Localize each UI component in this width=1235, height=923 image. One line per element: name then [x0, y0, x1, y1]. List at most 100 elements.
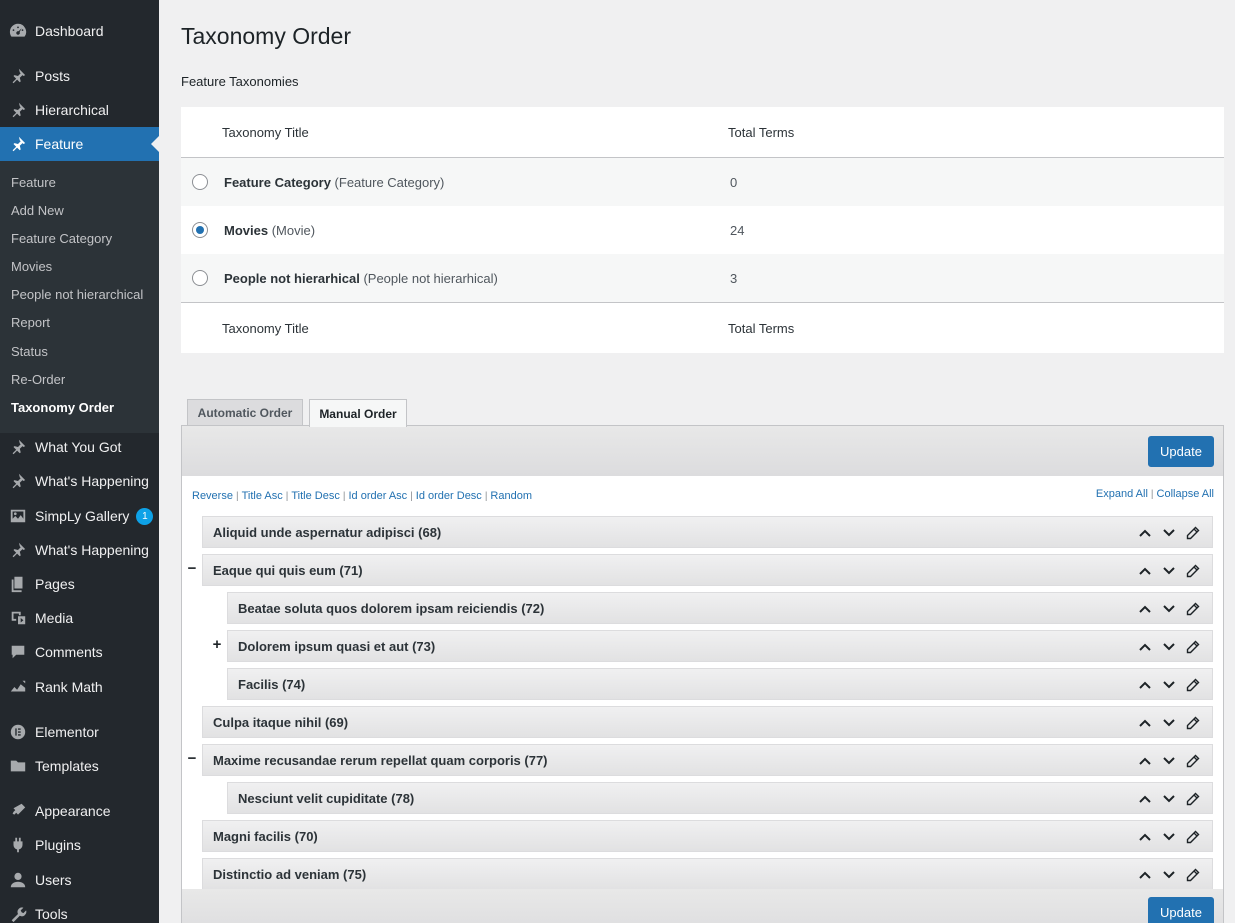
- dashboard-icon: [0, 22, 35, 40]
- chevron-up-icon[interactable]: [1136, 752, 1154, 770]
- submenu-item-status[interactable]: Status: [11, 342, 48, 362]
- collapse-toggle[interactable]: −: [186, 560, 198, 577]
- chevron-up-icon[interactable]: [1136, 828, 1154, 846]
- sidebar-item-appearance[interactable]: Appearance: [0, 794, 159, 828]
- chevron-down-icon[interactable]: [1160, 562, 1178, 580]
- taxonomy-radio[interactable]: [192, 174, 208, 190]
- users-icon: [0, 871, 35, 889]
- submenu-item-people-not-hierarchical[interactable]: People not hierarchical: [11, 285, 143, 305]
- chevron-down-icon[interactable]: [1160, 752, 1178, 770]
- chevron-up-icon[interactable]: [1136, 600, 1154, 618]
- sort-link-title-desc[interactable]: Title Desc: [291, 490, 340, 502]
- pencil-icon[interactable]: [1184, 828, 1202, 846]
- sidebar-item-what-s-happening[interactable]: What's Happening: [0, 533, 159, 567]
- expand-all-link[interactable]: Expand All: [1096, 488, 1148, 500]
- chevron-up-icon[interactable]: [1136, 714, 1154, 732]
- table-row[interactable]: Feature Category (Feature Category) 0: [181, 158, 1224, 206]
- pencil-icon[interactable]: [1184, 600, 1202, 618]
- sidebar-item-hierarchical[interactable]: Hierarchical: [0, 93, 159, 127]
- term-item[interactable]: Distinctio ad veniam (75): [202, 858, 1213, 890]
- sidebar-item-pages[interactable]: Pages: [0, 567, 159, 601]
- update-button[interactable]: Update: [1148, 436, 1214, 467]
- chevron-down-icon[interactable]: [1160, 790, 1178, 808]
- table-row[interactable]: Movies (Movie) 24: [181, 206, 1224, 254]
- sidebar-item-label: What You Got: [35, 439, 122, 455]
- expand-toggle[interactable]: +: [211, 636, 223, 653]
- sort-link-random[interactable]: Random: [490, 490, 532, 502]
- submenu-item-feature-category[interactable]: Feature Category: [11, 229, 112, 249]
- sidebar-item-feature[interactable]: Feature: [0, 127, 159, 161]
- sidebar-item-label: Users: [35, 872, 72, 888]
- term-label: Nesciunt velit cupiditate (78): [238, 790, 415, 806]
- sidebar-item-what-s-happening[interactable]: What's Happening: [0, 464, 159, 498]
- sort-link-title-asc[interactable]: Title Asc: [242, 490, 283, 502]
- sort-link-id-order-desc[interactable]: Id order Desc: [416, 490, 482, 502]
- pencil-icon[interactable]: [1184, 790, 1202, 808]
- chevron-down-icon[interactable]: [1160, 600, 1178, 618]
- tab-manual-order[interactable]: Manual Order: [309, 399, 407, 427]
- sidebar-item-comments[interactable]: Comments: [0, 635, 159, 669]
- sidebar-item-media[interactable]: Media: [0, 601, 159, 635]
- pencil-icon[interactable]: [1184, 714, 1202, 732]
- chevron-up-icon[interactable]: [1136, 790, 1154, 808]
- term-item[interactable]: Facilis (74): [227, 668, 1213, 700]
- table-row[interactable]: People not hierarhical (People not hiera…: [181, 254, 1224, 302]
- column-footer-title: Taxonomy Title: [222, 320, 309, 336]
- chevron-down-icon[interactable]: [1160, 524, 1178, 542]
- collapse-all-link[interactable]: Collapse All: [1157, 488, 1214, 500]
- pencil-icon[interactable]: [1184, 524, 1202, 542]
- term-item[interactable]: Beatae soluta quos dolorem ipsam reicien…: [227, 592, 1213, 624]
- sidebar-item-label: Dashboard: [35, 23, 104, 39]
- sidebar-item-dashboard[interactable]: Dashboard: [0, 14, 159, 48]
- term-item[interactable]: Magni facilis (70): [202, 820, 1213, 852]
- pencil-icon[interactable]: [1184, 562, 1202, 580]
- term-item[interactable]: Eaque qui quis eum (71): [202, 554, 1213, 586]
- sidebar-item-plugins[interactable]: Plugins: [0, 828, 159, 862]
- chevron-down-icon[interactable]: [1160, 714, 1178, 732]
- sidebar-item-posts[interactable]: Posts: [0, 59, 159, 93]
- admin-sidebar: Feature Add New Feature Category Movies …: [0, 0, 159, 923]
- chevron-up-icon[interactable]: [1136, 676, 1154, 694]
- chevron-down-icon[interactable]: [1160, 828, 1178, 846]
- sidebar-item-elementor[interactable]: Elementor: [0, 715, 159, 749]
- submenu-item-report[interactable]: Report: [11, 313, 50, 333]
- term-item[interactable]: Culpa itaque nihil (69): [202, 706, 1213, 738]
- taxonomy-radio[interactable]: [192, 222, 208, 238]
- sidebar-item-what-you-got[interactable]: What You Got: [0, 430, 159, 464]
- sidebar-item-templates[interactable]: Templates: [0, 749, 159, 783]
- sidebar-item-tools[interactable]: Tools: [0, 897, 159, 923]
- pencil-icon[interactable]: [1184, 676, 1202, 694]
- tab-automatic-order[interactable]: Automatic Order: [187, 399, 303, 426]
- submenu-item-feature[interactable]: Feature: [11, 173, 56, 193]
- chevron-down-icon[interactable]: [1160, 866, 1178, 884]
- submenu-item-re-order[interactable]: Re-Order: [11, 370, 65, 390]
- term-item[interactable]: Aliquid unde aspernatur adipisci (68): [202, 516, 1213, 548]
- term-item[interactable]: Nesciunt velit cupiditate (78): [227, 782, 1213, 814]
- taxonomy-radio[interactable]: [192, 270, 208, 286]
- chevron-down-icon[interactable]: [1160, 676, 1178, 694]
- chevron-up-icon[interactable]: [1136, 562, 1154, 580]
- pencil-icon[interactable]: [1184, 866, 1202, 884]
- chevron-up-icon[interactable]: [1136, 866, 1154, 884]
- term-count: 24: [730, 222, 745, 238]
- collapse-toggle[interactable]: −: [186, 750, 198, 767]
- term-actions: [1136, 714, 1202, 732]
- submenu-item-add-new[interactable]: Add New: [11, 201, 64, 221]
- pencil-icon[interactable]: [1184, 638, 1202, 656]
- chevron-down-icon[interactable]: [1160, 638, 1178, 656]
- submenu-item-movies[interactable]: Movies: [11, 257, 52, 277]
- term-item[interactable]: Maxime recusandae rerum repellat quam co…: [202, 744, 1213, 776]
- sidebar-item-rank-math[interactable]: Rank Math: [0, 670, 159, 704]
- submenu-item-taxonomy-order[interactable]: Taxonomy Order: [11, 398, 114, 418]
- sort-link-id-order-asc[interactable]: Id order Asc: [348, 490, 407, 502]
- sort-link-reverse[interactable]: Reverse: [192, 490, 233, 502]
- term-item[interactable]: Dolorem ipsum quasi et aut (73): [227, 630, 1213, 662]
- sidebar-item-simply-gallery[interactable]: SimpLy Gallery 1: [0, 499, 159, 533]
- chevron-up-icon[interactable]: [1136, 524, 1154, 542]
- panel-top-bar: Update: [182, 426, 1223, 476]
- term-actions: [1136, 676, 1202, 694]
- pencil-icon[interactable]: [1184, 752, 1202, 770]
- chevron-up-icon[interactable]: [1136, 638, 1154, 656]
- sidebar-item-users[interactable]: Users: [0, 863, 159, 897]
- update-button-bottom[interactable]: Update: [1148, 897, 1214, 923]
